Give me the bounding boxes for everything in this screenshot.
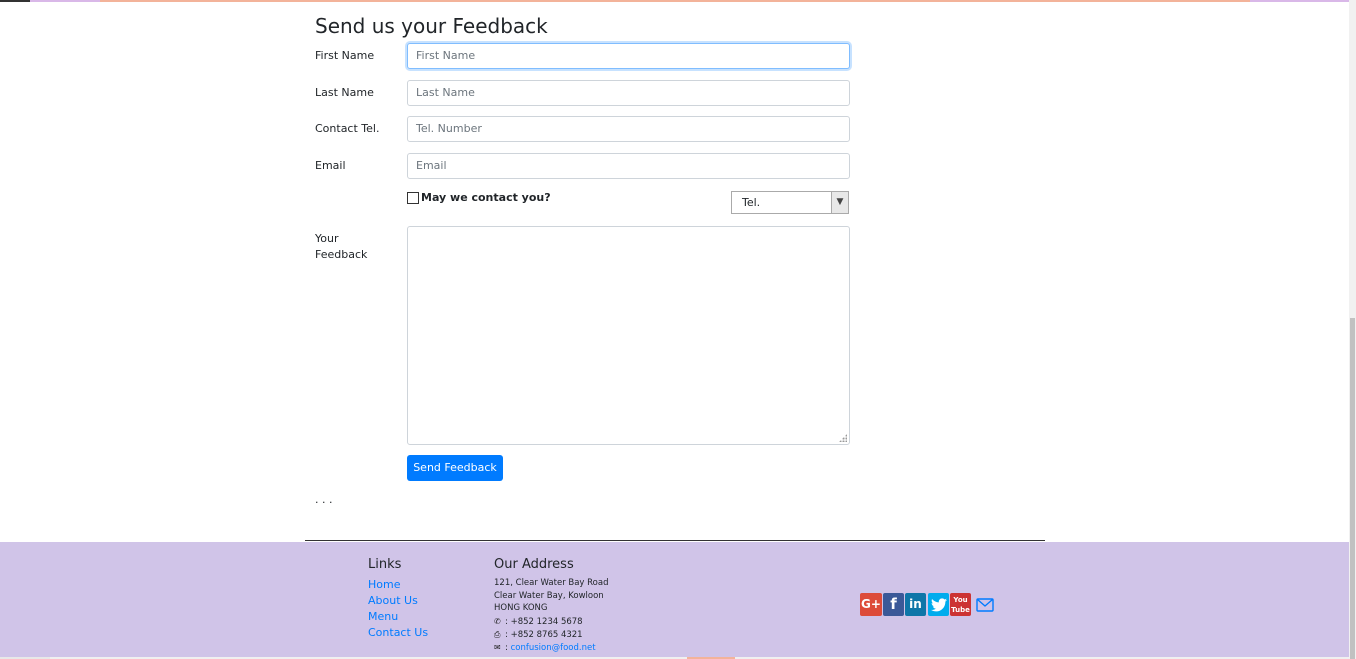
trailing-ellipsis: . . . — [315, 493, 333, 506]
linkedin-icon[interactable]: in — [905, 593, 926, 616]
email-label: Email — [315, 159, 346, 172]
last-name-label: Last Name — [315, 86, 374, 99]
links-heading: Links — [368, 557, 402, 572]
browser-top-strip — [0, 0, 1349, 2]
email-line: ✉: confusion@food.net — [494, 643, 596, 653]
telephone-field[interactable]: Tel. Number — [407, 116, 850, 142]
contact-checkbox-label[interactable]: May we contact you? — [421, 190, 551, 206]
youtube-icon-top: You — [953, 596, 968, 604]
mail-icon[interactable] — [975, 593, 995, 616]
phone-icon: ✆ — [494, 617, 501, 626]
fax-number: +852 8765 4321 — [510, 630, 583, 640]
feedback-textarea[interactable] — [407, 226, 850, 445]
footer-email-link[interactable]: confusion@food.net — [511, 643, 596, 653]
email-field[interactable]: Email — [407, 153, 850, 179]
google-plus-icon[interactable]: G+ — [860, 593, 882, 616]
twitter-icon[interactable] — [928, 593, 949, 616]
fax-icon: ⎙ — [494, 630, 501, 639]
contact-checkbox[interactable] — [407, 192, 419, 204]
footer-link-contact-us[interactable]: Contact Us — [368, 626, 428, 640]
envelope-icon: ✉ — [494, 643, 501, 652]
chevron-down-icon[interactable]: ▼ — [831, 192, 848, 213]
address-heading: Our Address — [494, 557, 574, 572]
youtube-icon-bottom: Tube — [951, 606, 970, 614]
feedback-label-line1: Your — [315, 232, 339, 245]
page-scrollbar[interactable] — [1349, 0, 1356, 659]
address-line-2: Clear Water Bay, Kowloon — [494, 591, 604, 601]
last-name-field[interactable]: Last Name — [407, 80, 850, 106]
page-title: Send us your Feedback — [315, 14, 548, 38]
scrollbar-thumb[interactable] — [1350, 318, 1355, 659]
first-name-label: First Name — [315, 49, 375, 62]
fax-line: ⎙: +852 8765 4321 — [494, 630, 583, 640]
contact-method-value: Tel. — [742, 196, 761, 209]
footer-link-menu[interactable]: Menu — [368, 610, 398, 624]
first-name-field[interactable]: First Name — [407, 43, 850, 69]
footer-link-about-us[interactable]: About Us — [368, 594, 418, 608]
contact-method-select[interactable]: Tel. ▼ — [731, 191, 849, 214]
send-feedback-button[interactable]: Send Feedback — [407, 455, 503, 481]
address-line-1: 121, Clear Water Bay Road — [494, 578, 609, 588]
telephone-label: Contact Tel. — [315, 122, 380, 135]
footer-divider — [305, 540, 1045, 541]
footer — [0, 542, 1349, 659]
facebook-icon[interactable]: f — [883, 593, 904, 616]
phone-line: ✆: +852 1234 5678 — [494, 617, 583, 627]
phone-number: +852 1234 5678 — [510, 617, 583, 627]
youtube-icon[interactable]: You Tube — [950, 593, 971, 616]
footer-link-home[interactable]: Home — [368, 578, 400, 592]
feedback-label-line2: Feedback — [315, 248, 368, 261]
address-line-3: HONG KONG — [494, 603, 548, 613]
resize-grip-icon[interactable] — [839, 434, 847, 442]
